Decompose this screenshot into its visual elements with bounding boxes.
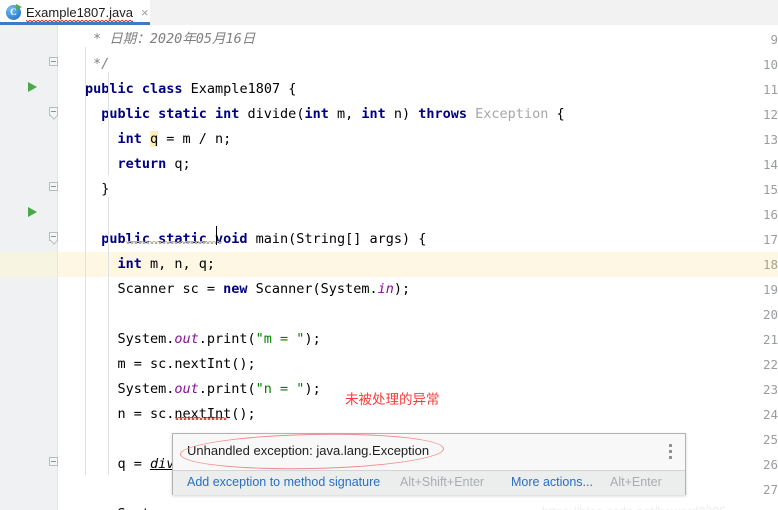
indent-guide [108, 197, 109, 475]
run-main-method-icon[interactable] [28, 207, 37, 217]
java-class-runnable-icon: C [6, 4, 22, 20]
shortcut-add-exception: Alt+Shift+Enter [400, 475, 485, 489]
text-caret [216, 226, 217, 245]
fold-marker-collapse[interactable] [49, 457, 60, 468]
kebab-dot [669, 456, 672, 459]
fold-marker-collapse[interactable] [49, 182, 60, 193]
kebab-dot [669, 450, 672, 453]
fold-marker-expand[interactable] [49, 107, 60, 118]
fold-marker-expand[interactable] [49, 232, 60, 243]
code-editor[interactable]: 9 * 日期：2020年05月16日 10 */11 public class Exam… [0, 25, 778, 510]
editor-tab-filename: Example1807.java [26, 5, 133, 20]
fold-tip [49, 115, 58, 120]
indent-guide [108, 72, 109, 175]
fold-minus [51, 186, 56, 187]
fold-minus [51, 111, 56, 112]
editor-tab-label: Example1807.java [26, 5, 133, 23]
action-add-exception-to-signature[interactable]: Add exception to method signature [187, 475, 380, 489]
fold-tip [49, 240, 58, 245]
editor-tab-example1807[interactable]: C Example1807.java × [0, 0, 150, 25]
run-class-icon[interactable] [28, 82, 37, 92]
annotation-unhandled-exception: 未被处理的异常 [345, 392, 440, 408]
more-options-icon[interactable] [669, 444, 672, 459]
warning-underline-declarations [126, 222, 222, 247]
fold-minus [51, 61, 56, 62]
kebab-dot [669, 444, 672, 447]
indent-guide [85, 47, 86, 475]
run-marker-icon [16, 4, 22, 10]
fold-minus [51, 236, 56, 237]
popup-actions-row: Add exception to method signature Alt+Sh… [173, 471, 685, 495]
ide-window: C Example1807.java × 9 * 日期：2020年05月16日 10… [0, 0, 778, 510]
editor-tab-bar: C Example1807.java × [0, 0, 778, 25]
fold-minus [51, 461, 56, 462]
shortcut-more-actions: Alt+Enter [610, 475, 662, 489]
action-more-actions[interactable]: More actions... [511, 475, 593, 489]
watermark-url: https://blog.csdn.net/howard2005 [542, 505, 726, 510]
error-underline-divide [175, 397, 227, 422]
close-icon[interactable]: × [141, 6, 149, 19]
fold-marker-collapse[interactable] [49, 57, 60, 68]
